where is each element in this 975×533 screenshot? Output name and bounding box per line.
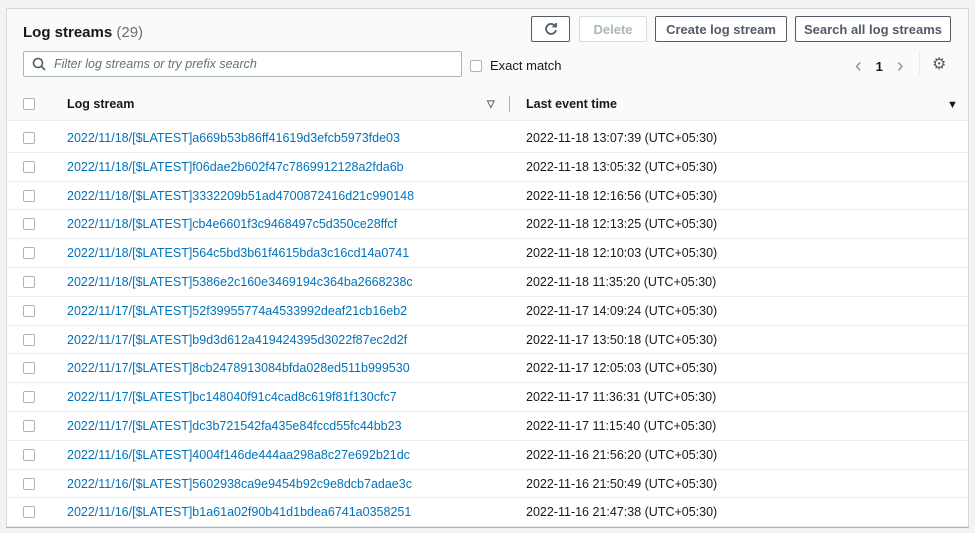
- table-body: 2022/11/18/[$LATEST]a669b53b86ff41619d3e…: [7, 124, 968, 528]
- last-event-time: 2022-11-17 12:05:03 (UTC+05:30): [526, 361, 718, 376]
- table-row: 2022/11/18/[$LATEST]cb4e6601f3c9468497c5…: [7, 210, 968, 240]
- row-checkbox[interactable]: [23, 160, 35, 173]
- table-row: 2022/11/17/[$LATEST]52f39955774a4533992d…: [7, 297, 968, 326]
- last-event-time: 2022-11-16 21:56:20 (UTC+05:30): [526, 447, 718, 462]
- log-stream-link[interactable]: 2022/11/16/[$LATEST]4004f146de444aa298a8…: [67, 448, 410, 462]
- last-event-time: 2022-11-18 12:10:03 (UTC+05:30): [526, 246, 718, 261]
- row-checkbox[interactable]: [23, 275, 35, 288]
- filter-search-box: [23, 51, 462, 77]
- stream-count: (29): [116, 24, 144, 41]
- row-checkbox[interactable]: [23, 448, 35, 461]
- row-checkbox[interactable]: [23, 391, 35, 404]
- log-stream-link[interactable]: 2022/11/17/[$LATEST]52f39955774a4533992d…: [67, 304, 407, 318]
- last-event-time: 2022-11-17 11:36:31 (UTC+05:30): [526, 390, 717, 405]
- table-row: 2022/11/18/[$LATEST]564c5bd3b61f4615bda3…: [7, 239, 968, 268]
- log-stream-link[interactable]: 2022/11/18/[$LATEST]3332209b51ad47008724…: [67, 189, 414, 203]
- table-row: 2022/11/18/[$LATEST]a669b53b86ff41619d3e…: [7, 124, 968, 153]
- last-event-time: 2022-11-17 13:50:18 (UTC+05:30): [526, 332, 718, 347]
- log-stream-link[interactable]: 2022/11/17/[$LATEST]bc148040f91c4cad8c61…: [67, 390, 397, 404]
- row-checkbox[interactable]: [23, 304, 35, 317]
- column-log-stream[interactable]: Log stream: [67, 97, 134, 111]
- panel-header: Log streams (29) Delete Create log strea…: [7, 9, 968, 121]
- log-stream-link[interactable]: 2022/11/17/[$LATEST]dc3b721542fa435e84fc…: [67, 419, 402, 433]
- log-stream-link[interactable]: 2022/11/17/[$LATEST]b9d3d612a419424395d3…: [67, 333, 407, 347]
- gear-icon[interactable]: ⚙: [932, 54, 946, 74]
- log-stream-link[interactable]: 2022/11/18/[$LATEST]5386e2c160e3469194c3…: [67, 275, 413, 289]
- exact-match-label: Exact match: [490, 58, 562, 73]
- row-checkbox[interactable]: [23, 218, 35, 231]
- row-checkbox[interactable]: [23, 189, 35, 202]
- exact-match-box[interactable]: [470, 59, 482, 72]
- refresh-icon: [544, 23, 557, 35]
- create-log-stream-button[interactable]: Create log stream: [655, 16, 787, 42]
- table-row: 2022/11/17/[$LATEST]bc148040f91c4cad8c61…: [7, 383, 968, 412]
- last-event-time: 2022-11-17 11:15:40 (UTC+05:30): [526, 418, 717, 433]
- next-page-button[interactable]: ›: [897, 55, 904, 78]
- table-row: 2022/11/17/[$LATEST]dc3b721542fa435e84fc…: [7, 412, 968, 441]
- log-stream-link[interactable]: 2022/11/18/[$LATEST]cb4e6601f3c9468497c5…: [67, 217, 397, 231]
- log-stream-link[interactable]: 2022/11/18/[$LATEST]f06dae2b602f47c78699…: [67, 160, 404, 174]
- last-event-time: 2022-11-16 21:47:38 (UTC+05:30): [526, 505, 718, 520]
- table-row: 2022/11/18/[$LATEST]3332209b51ad47008724…: [7, 182, 968, 211]
- row-checkbox[interactable]: [23, 247, 35, 260]
- search-all-log-streams-button[interactable]: Search all log streams: [795, 16, 951, 42]
- last-event-time: 2022-11-18 11:35:20 (UTC+05:30): [526, 274, 717, 289]
- row-checkbox[interactable]: [23, 132, 35, 144]
- pagination: ‹ 1 ›: [855, 55, 904, 78]
- sort-descending-icon[interactable]: ▼: [947, 99, 958, 111]
- column-divider[interactable]: [509, 96, 510, 112]
- divider: [919, 51, 920, 75]
- table-row: 2022/11/16/[$LATEST]b1a61a02f90b41d1bdea…: [7, 498, 968, 528]
- title-text: Log streams: [23, 24, 113, 41]
- sort-icon[interactable]: ▽: [487, 99, 495, 110]
- log-stream-link[interactable]: 2022/11/18/[$LATEST]564c5bd3b61f4615bda3…: [67, 246, 409, 260]
- log-stream-link[interactable]: 2022/11/18/[$LATEST]a669b53b86ff41619d3e…: [67, 131, 400, 145]
- log-streams-panel: Log streams (29) Delete Create log strea…: [6, 8, 969, 528]
- table-row: 2022/11/16/[$LATEST]4004f146de444aa298a8…: [7, 441, 968, 470]
- row-checkbox[interactable]: [23, 362, 35, 375]
- page-title: Log streams (29): [23, 24, 143, 41]
- current-page[interactable]: 1: [876, 59, 883, 74]
- filter-input[interactable]: [54, 57, 454, 71]
- log-stream-link[interactable]: 2022/11/17/[$LATEST]8cb2478913084bfda028…: [67, 361, 410, 375]
- row-checkbox[interactable]: [23, 506, 35, 519]
- refresh-button[interactable]: [531, 16, 570, 42]
- last-event-time: 2022-11-17 14:09:24 (UTC+05:30): [526, 303, 718, 318]
- last-event-time: 2022-11-18 12:13:25 (UTC+05:30): [526, 217, 718, 232]
- exact-match-checkbox[interactable]: Exact match: [470, 58, 562, 73]
- row-checkbox[interactable]: [23, 333, 35, 346]
- last-event-time: 2022-11-16 21:50:49 (UTC+05:30): [526, 476, 718, 491]
- log-stream-link[interactable]: 2022/11/16/[$LATEST]5602938ca9e9454b92c9…: [67, 477, 412, 491]
- table-header: Log stream ▽ Last event time ▼: [7, 89, 968, 121]
- table-row: 2022/11/18/[$LATEST]f06dae2b602f47c78699…: [7, 153, 968, 182]
- row-checkbox[interactable]: [23, 419, 35, 432]
- last-event-time: 2022-11-18 13:05:32 (UTC+05:30): [526, 159, 718, 174]
- table-row: 2022/11/18/[$LATEST]5386e2c160e3469194c3…: [7, 268, 968, 297]
- prev-page-button[interactable]: ‹: [855, 55, 862, 78]
- row-checkbox[interactable]: [23, 477, 35, 490]
- column-last-event-time[interactable]: Last event time: [526, 97, 617, 111]
- last-event-time: 2022-11-18 13:07:39 (UTC+05:30): [526, 131, 718, 145]
- table-row: 2022/11/17/[$LATEST]8cb2478913084bfda028…: [7, 354, 968, 384]
- select-all-checkbox[interactable]: [23, 98, 35, 110]
- search-icon: [32, 57, 46, 71]
- log-stream-link[interactable]: 2022/11/16/[$LATEST]b1a61a02f90b41d1bdea…: [67, 505, 411, 519]
- last-event-time: 2022-11-18 12:16:56 (UTC+05:30): [526, 188, 718, 203]
- table-row: 2022/11/16/[$LATEST]5602938ca9e9454b92c9…: [7, 470, 968, 499]
- table-row: 2022/11/17/[$LATEST]b9d3d612a419424395d3…: [7, 326, 968, 355]
- delete-button[interactable]: Delete: [579, 16, 647, 42]
